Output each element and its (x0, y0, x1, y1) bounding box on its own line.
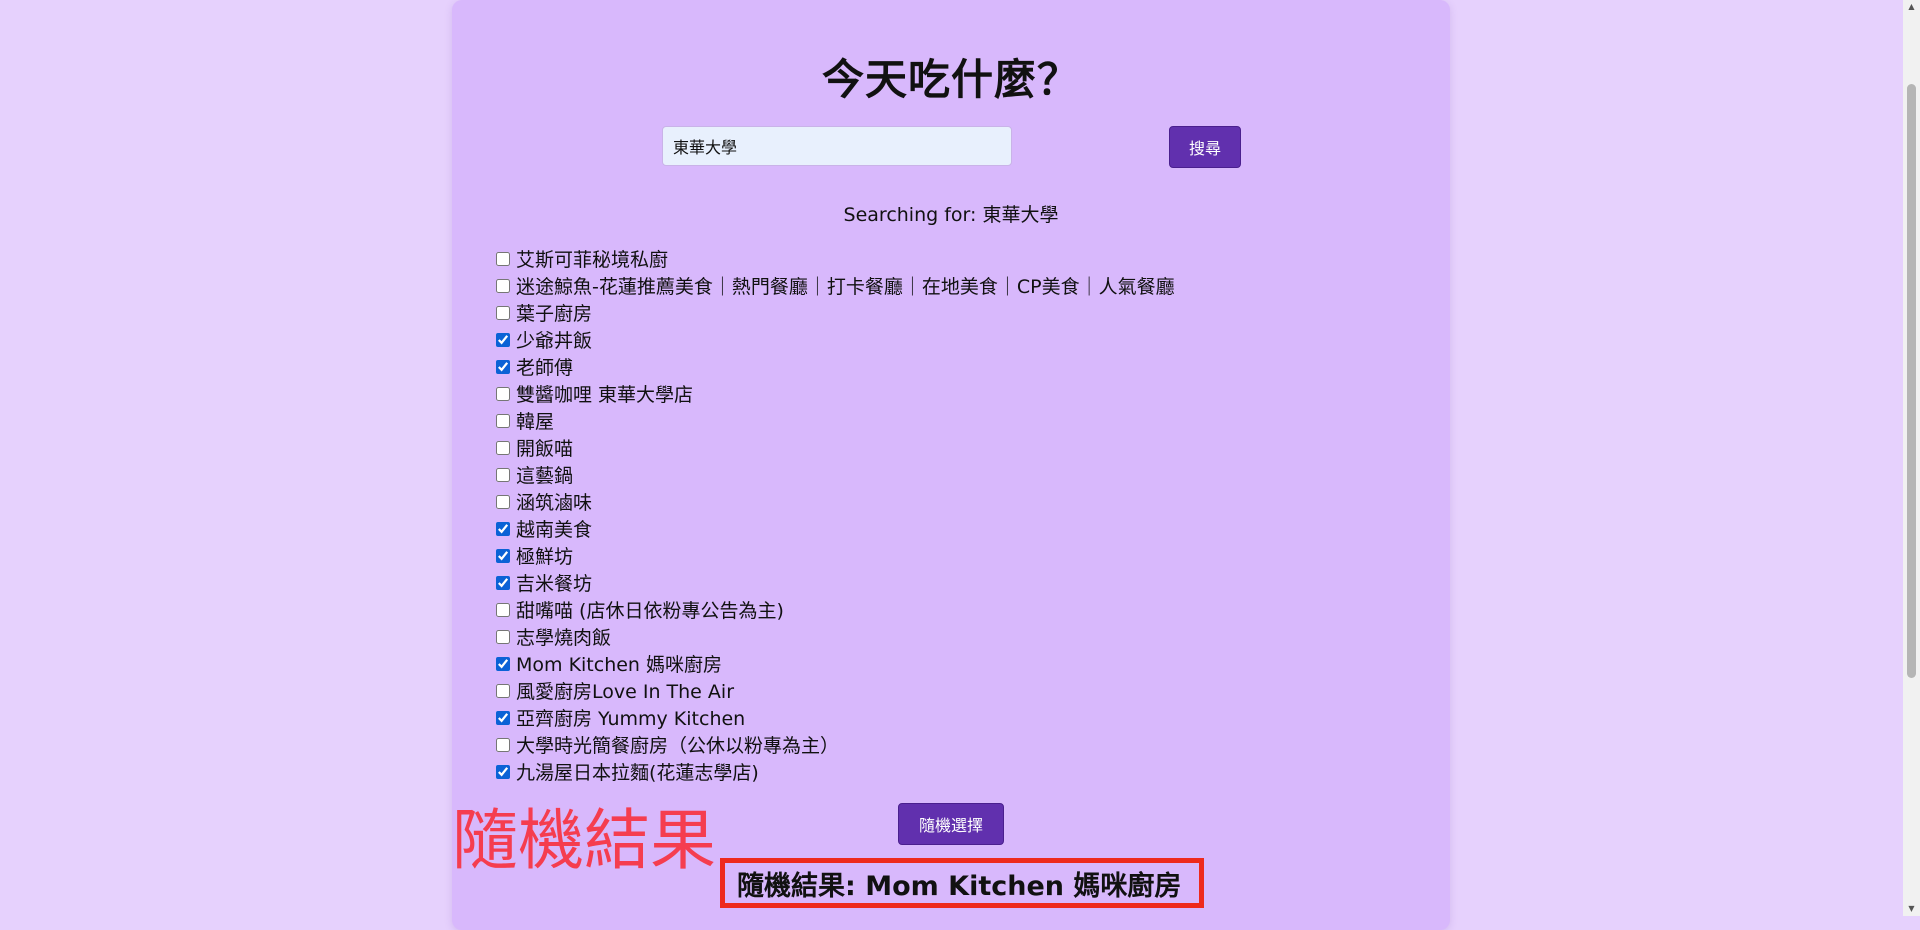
restaurant-item[interactable]: 少爺丼飯 (494, 326, 1175, 353)
restaurant-checkbox[interactable] (496, 386, 510, 401)
restaurant-name: 亞齊廚房 Yummy Kitchen (516, 708, 746, 730)
restaurant-name: 風愛廚房Love In The Air (516, 681, 734, 703)
restaurant-name: 雙醬咖哩 東華大學店 (516, 384, 694, 406)
annotation-label: 隨機結果 (452, 802, 716, 879)
restaurant-name: 少爺丼飯 (516, 330, 593, 352)
restaurant-checkbox[interactable] (496, 737, 510, 752)
restaurant-checkbox[interactable] (496, 656, 510, 671)
restaurant-checkbox[interactable] (496, 521, 510, 536)
restaurant-checkbox[interactable] (496, 683, 510, 698)
restaurant-item[interactable]: 志學燒肉飯 (494, 623, 1175, 650)
scroll-up-icon[interactable]: ▲ (1903, 0, 1920, 14)
restaurant-item[interactable]: 開飯喵 (494, 434, 1175, 461)
restaurant-name: 迷途鯨魚-花蓮推薦美食｜熱門餐廳｜打卡餐廳｜在地美食｜CP美食｜人氣餐廳 (516, 276, 1175, 298)
restaurant-name: 九湯屋日本拉麵(花蓮志學店) (516, 762, 759, 784)
restaurant-item[interactable]: 極鮮坊 (494, 542, 1175, 569)
restaurant-list: 艾斯可菲秘境私廚迷途鯨魚-花蓮推薦美食｜熱門餐廳｜打卡餐廳｜在地美食｜CP美食｜… (494, 245, 1175, 785)
restaurant-item[interactable]: 風愛廚房Love In The Air (494, 677, 1175, 704)
restaurant-name: Mom Kitchen 媽咪廚房 (516, 654, 723, 676)
restaurant-checkbox[interactable] (496, 467, 510, 482)
restaurant-checkbox[interactable] (496, 251, 510, 266)
restaurant-item[interactable]: 越南美食 (494, 515, 1175, 542)
restaurant-name: 老師傅 (516, 357, 574, 379)
restaurant-checkbox[interactable] (496, 305, 510, 320)
restaurant-item[interactable]: 老師傅 (494, 353, 1175, 380)
restaurant-name: 甜嘴喵 (店休日依粉專公告為主) (516, 600, 784, 622)
restaurant-checkbox[interactable] (496, 575, 510, 590)
restaurant-checkbox[interactable] (496, 359, 510, 374)
restaurant-item[interactable]: 葉子廚房 (494, 299, 1175, 326)
restaurant-item[interactable]: 這藝鍋 (494, 461, 1175, 488)
restaurant-item[interactable]: 艾斯可菲秘境私廚 (494, 245, 1175, 272)
restaurant-item[interactable]: 涵筑滷味 (494, 488, 1175, 515)
random-result: 隨機結果: Mom Kitchen 媽咪廚房 (720, 858, 1204, 908)
restaurant-checkbox[interactable] (496, 629, 510, 644)
restaurant-name: 極鮮坊 (516, 546, 574, 568)
restaurant-name: 涵筑滷味 (516, 492, 593, 514)
restaurant-item[interactable]: 迷途鯨魚-花蓮推薦美食｜熱門餐廳｜打卡餐廳｜在地美食｜CP美食｜人氣餐廳 (494, 272, 1175, 299)
restaurant-checkbox[interactable] (496, 548, 510, 563)
restaurant-name: 開飯喵 (516, 438, 574, 460)
search-input[interactable] (662, 126, 1012, 166)
restaurant-name: 葉子廚房 (516, 303, 593, 325)
search-status: Searching for: 東華大學 (843, 204, 1059, 226)
restaurant-name: 越南美食 (516, 519, 593, 541)
random-select-button[interactable]: 隨機選擇 (898, 803, 1004, 845)
restaurant-item[interactable]: 九湯屋日本拉麵(花蓮志學店) (494, 758, 1175, 785)
restaurant-item[interactable]: 雙醬咖哩 東華大學店 (494, 380, 1175, 407)
restaurant-checkbox[interactable] (496, 710, 510, 725)
page-scrollbar[interactable]: ▲ ▼ (1903, 0, 1920, 916)
restaurant-checkbox[interactable] (496, 332, 510, 347)
restaurant-item[interactable]: 吉米餐坊 (494, 569, 1175, 596)
restaurant-item[interactable]: 亞齊廚房 Yummy Kitchen (494, 704, 1175, 731)
restaurant-checkbox[interactable] (496, 602, 510, 617)
main-card: 今天吃什麼？ 搜尋 Searching for: 東華大學 艾斯可菲秘境私廚迷途… (452, 0, 1450, 930)
restaurant-item[interactable]: 大學時光簡餐廚房（公休以粉專為主） (494, 731, 1175, 758)
restaurant-checkbox[interactable] (496, 440, 510, 455)
restaurant-checkbox[interactable] (496, 764, 510, 779)
restaurant-name: 志學燒肉飯 (516, 627, 612, 649)
restaurant-name: 吉米餐坊 (516, 573, 593, 595)
restaurant-name: 這藝鍋 (516, 465, 574, 487)
restaurant-checkbox[interactable] (496, 278, 510, 293)
restaurant-item[interactable]: 韓屋 (494, 407, 1175, 434)
restaurant-item[interactable]: Mom Kitchen 媽咪廚房 (494, 650, 1175, 677)
scrollbar-thumb[interactable] (1907, 84, 1916, 678)
restaurant-item[interactable]: 甜嘴喵 (店休日依粉專公告為主) (494, 596, 1175, 623)
restaurant-checkbox[interactable] (496, 494, 510, 509)
restaurant-name: 韓屋 (516, 411, 555, 433)
search-button[interactable]: 搜尋 (1169, 126, 1241, 168)
scroll-down-icon[interactable]: ▼ (1903, 902, 1920, 916)
page-title: 今天吃什麼？ (821, 55, 1080, 104)
restaurant-name: 大學時光簡餐廚房（公休以粉專為主） (516, 735, 840, 757)
restaurant-name: 艾斯可菲秘境私廚 (516, 249, 669, 271)
restaurant-checkbox[interactable] (496, 413, 510, 428)
